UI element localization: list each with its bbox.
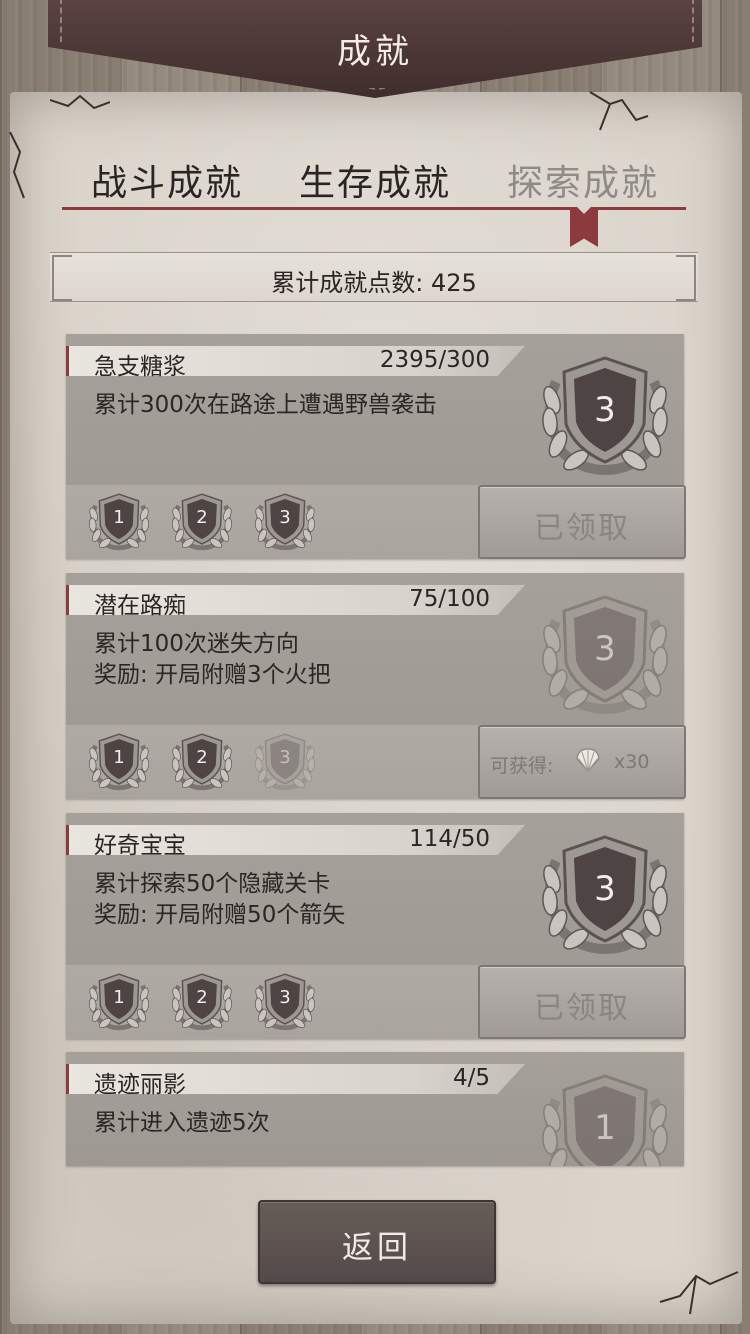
small-medal-level: 3 (279, 507, 291, 528)
small-medal-level: 3 (279, 747, 291, 768)
crack-decoration (589, 91, 649, 131)
laurel-medal-icon: 3 (536, 831, 674, 955)
laurel-medal-icon: 3 (536, 352, 674, 476)
crack-decoration (50, 94, 110, 110)
claimed-button[interactable]: 已领取 (478, 965, 686, 1039)
claim-prefix: 可获得: (490, 755, 554, 777)
achievement-card: 好奇宝宝 114/50 累计探索50个隐藏关卡 奖励: 开局附赠50个箭矢 3 … (66, 813, 686, 1039)
medal-level: 3 (594, 869, 616, 909)
small-medal-icon: 1 (86, 969, 152, 1033)
achievement-progress: 4/5 (452, 1065, 490, 1091)
page-title: 成就 (337, 32, 413, 72)
level-medals: 1 2 3 (86, 969, 346, 1033)
achievement-description: 累计300次在路途上遭遇野兽袭击 (94, 390, 437, 421)
description-line: 奖励: 开局附赠3个火把 (94, 662, 331, 688)
claim-label: 已领取 (534, 991, 630, 1026)
small-medal-level: 2 (196, 987, 208, 1008)
small-medal-icon: 2 (169, 489, 235, 553)
back-label: 返回 (342, 1230, 412, 1266)
small-medal-level: 2 (196, 507, 208, 528)
shell-icon (576, 748, 600, 772)
small-medal-level: 1 (113, 507, 125, 528)
small-medal-icon: 3 (252, 489, 318, 553)
crack-decoration (659, 1271, 739, 1315)
achievement-card: 急支糖浆 2395/300 累计300次在路途上遭遇野兽袭击 3 1 2 3 已… (66, 334, 686, 559)
small-medal-level: 1 (113, 747, 125, 768)
achievement-name: 遗迹丽影 (94, 1072, 186, 1098)
tab-exploration[interactable]: 探索成就 (483, 154, 683, 206)
tab-bar: 战斗成就 生存成就 探索成就 (62, 150, 686, 210)
achievement-description: 累计探索50个隐藏关卡 奖励: 开局附赠50个箭矢 (94, 869, 345, 931)
laurel-medal-icon: 3 (536, 591, 674, 715)
achievement-card: 潜在路痴 75/100 累计100次迷失方向 奖励: 开局附赠3个火把 3 1 … (66, 573, 686, 799)
achievement-description: 累计进入遗迹5次 (94, 1108, 270, 1139)
claim-count: x30 (614, 751, 650, 773)
laurel-medal-icon: 1 (536, 1070, 674, 1166)
crack-decoration (9, 132, 25, 199)
level-medals: 1 2 3 (86, 729, 346, 793)
description-line: 累计进入遗迹5次 (94, 1110, 270, 1136)
small-medal-level: 2 (196, 747, 208, 768)
tab-combat[interactable]: 战斗成就 (67, 154, 267, 206)
claimed-button[interactable]: 已领取 (478, 485, 686, 559)
achievement-name: 潜在路痴 (94, 593, 186, 619)
medal-level: 1 (594, 1108, 616, 1148)
small-medal-level: 3 (279, 987, 291, 1008)
claim-reward-button[interactable]: 可获得: x30 (478, 725, 686, 799)
small-medal-icon: 1 (86, 489, 152, 553)
description-line: 累计100次迷失方向 (94, 631, 299, 657)
small-medal-icon: 3 (252, 729, 318, 793)
achievement-progress: 114/50 (409, 826, 490, 852)
total-points-text: 累计成就点数: 425 (271, 269, 477, 297)
description-line: 累计300次在路途上遭遇野兽袭击 (94, 392, 437, 418)
total-points-bar: 累计成就点数: 425 (50, 252, 698, 302)
achievement-description: 累计100次迷失方向 奖励: 开局附赠3个火把 (94, 629, 331, 691)
description-line: 奖励: 开局附赠50个箭矢 (94, 902, 346, 928)
medal-level: 3 (594, 629, 616, 669)
small-medal-icon: 2 (169, 969, 235, 1033)
achievement-name: 好奇宝宝 (94, 833, 186, 859)
tab-survival[interactable]: 生存成就 (275, 154, 475, 206)
back-button[interactable]: 返回 (258, 1200, 496, 1284)
achievement-progress: 2395/300 (379, 347, 490, 373)
small-medal-icon: 2 (169, 729, 235, 793)
achievement-progress: 75/100 (409, 586, 490, 612)
level-medals: 1 2 3 (86, 489, 346, 553)
achievement-card: 遗迹丽影 4/5 累计进入遗迹5次 1 (66, 1052, 684, 1166)
description-line: 累计探索50个隐藏关卡 (94, 871, 331, 897)
small-medal-icon: 1 (86, 729, 152, 793)
small-medal-level: 1 (113, 987, 125, 1008)
claim-label: 已领取 (534, 511, 630, 546)
small-medal-icon: 3 (252, 969, 318, 1033)
achievement-name: 急支糖浆 (94, 354, 186, 380)
medal-level: 3 (594, 390, 616, 430)
